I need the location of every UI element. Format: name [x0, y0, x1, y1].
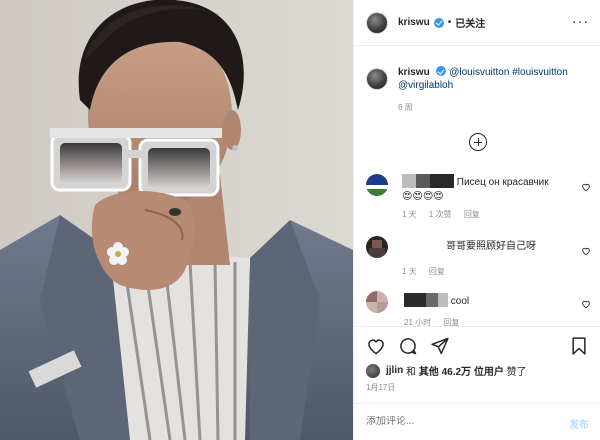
- verified-badge-icon: [436, 66, 447, 76]
- comment-time[interactable]: 1 天: [402, 210, 417, 219]
- comment-likes[interactable]: 1 次赞: [429, 210, 452, 219]
- comment-input[interactable]: [366, 416, 546, 427]
- comment-item: 哥哥要照顾好自己呀 1 天 回复: [366, 236, 591, 277]
- post-caption: kriswu @louisvuitton #louisvuitton @virg…: [366, 66, 594, 114]
- comment-avatar[interactable]: [366, 174, 388, 196]
- post-side-panel: kriswu • 已关注 ··· kriswu @louisvuitton #l…: [353, 0, 600, 440]
- caption-username[interactable]: kriswu: [398, 67, 430, 78]
- reply-button[interactable]: 回复: [429, 267, 445, 276]
- comment-body: cool: [404, 293, 469, 313]
- comment-text: Писец он красавчик: [456, 177, 549, 188]
- blurred-username-icon: [404, 293, 448, 307]
- comment-time[interactable]: 1 天: [402, 267, 417, 276]
- comment-avatar[interactable]: [366, 236, 388, 258]
- separator: •: [447, 17, 452, 28]
- post-header: kriswu • 已关注 ···: [354, 0, 600, 46]
- instagram-post-view: kriswu • 已关注 ··· kriswu @louisvuitton #l…: [0, 0, 600, 440]
- caption-timestamp[interactable]: 6 周: [398, 101, 568, 114]
- likes-summary: jjlin 和 其他 46.2万 位用户 赞了: [366, 363, 527, 378]
- reply-button[interactable]: 回复: [464, 210, 480, 219]
- likes-connector: 和: [403, 367, 419, 378]
- post-image: [0, 0, 353, 440]
- heart-icon[interactable]: [366, 336, 386, 356]
- comment-item: Писец он красавчик 😍😍😍😍 1 天 1 次赞 回复: [366, 174, 591, 220]
- post-comment-button[interactable]: 发布: [569, 416, 589, 431]
- bookmark-icon[interactable]: [569, 336, 589, 356]
- post-actions: jjlin 和 其他 46.2万 位用户 赞了 1月17日 发布: [354, 326, 600, 440]
- comment-avatar[interactable]: [366, 291, 388, 313]
- post-photo[interactable]: [0, 0, 353, 440]
- mention-link[interactable]: @louisvuitton: [449, 67, 509, 78]
- heart-icon[interactable]: [581, 246, 591, 256]
- comment-meta: 1 天 回复: [402, 266, 591, 277]
- header-username[interactable]: kriswu: [398, 17, 430, 28]
- paper-plane-icon[interactable]: [430, 336, 450, 356]
- avatar[interactable]: [366, 68, 388, 90]
- comment-body: Писец он красавчик: [402, 174, 549, 189]
- likes-suffix: 赞了: [503, 367, 527, 378]
- plus-circle-icon[interactable]: [469, 133, 487, 151]
- hashtag-link[interactable]: #louisvuitton: [512, 67, 568, 78]
- liker-username[interactable]: jjlin: [386, 365, 403, 376]
- avatar[interactable]: [366, 11, 388, 34]
- heart-icon[interactable]: [581, 299, 591, 309]
- heart-icon[interactable]: [581, 182, 591, 192]
- mention-link[interactable]: @virgilabloh: [398, 80, 453, 91]
- blurred-username-icon: [402, 174, 454, 188]
- more-options-icon[interactable]: ···: [572, 14, 589, 28]
- verified-badge-icon: [433, 17, 444, 28]
- comment-item: cool 21 小时 回复: [366, 291, 591, 328]
- follow-status-button[interactable]: 已关注: [455, 15, 485, 30]
- add-comment-bar: 发布: [354, 403, 600, 440]
- comment-icon[interactable]: [398, 336, 418, 356]
- comment-text: 哥哥要照顾好自己呀: [446, 241, 536, 252]
- post-date[interactable]: 1月17日: [366, 382, 395, 393]
- comment-emojis: 😍😍😍😍: [402, 191, 444, 202]
- comment-meta: 1 天 1 次赞 回复: [402, 209, 591, 220]
- avatar[interactable]: [366, 363, 380, 378]
- likes-count-button[interactable]: 其他 46.2万 位用户: [419, 363, 504, 378]
- comment-text: cool: [450, 296, 470, 307]
